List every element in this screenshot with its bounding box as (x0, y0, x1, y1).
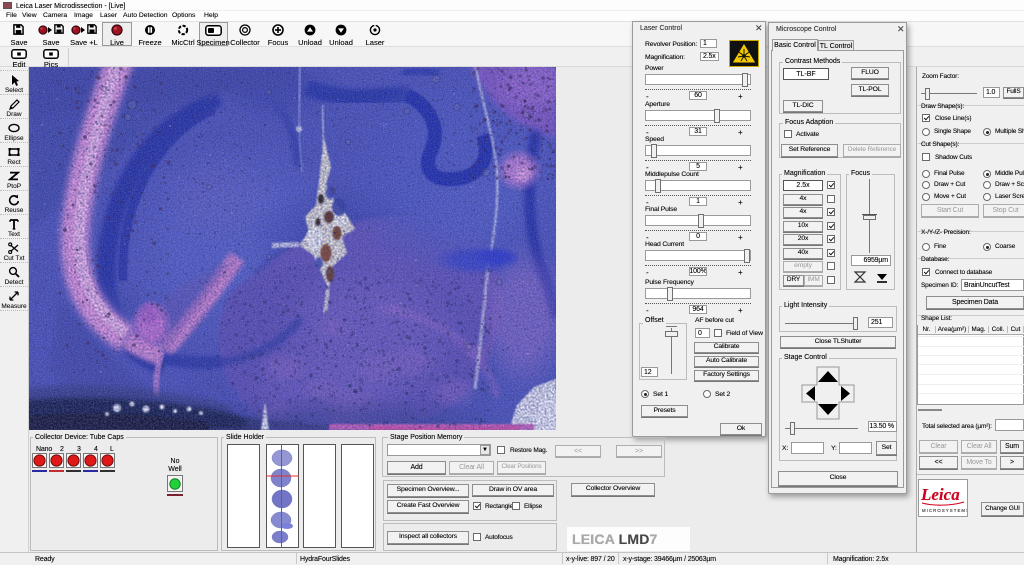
svg-text:Leica: Leica (920, 485, 960, 504)
svg-text:MICROSYSTEMS: MICROSYSTEMS (922, 508, 967, 513)
